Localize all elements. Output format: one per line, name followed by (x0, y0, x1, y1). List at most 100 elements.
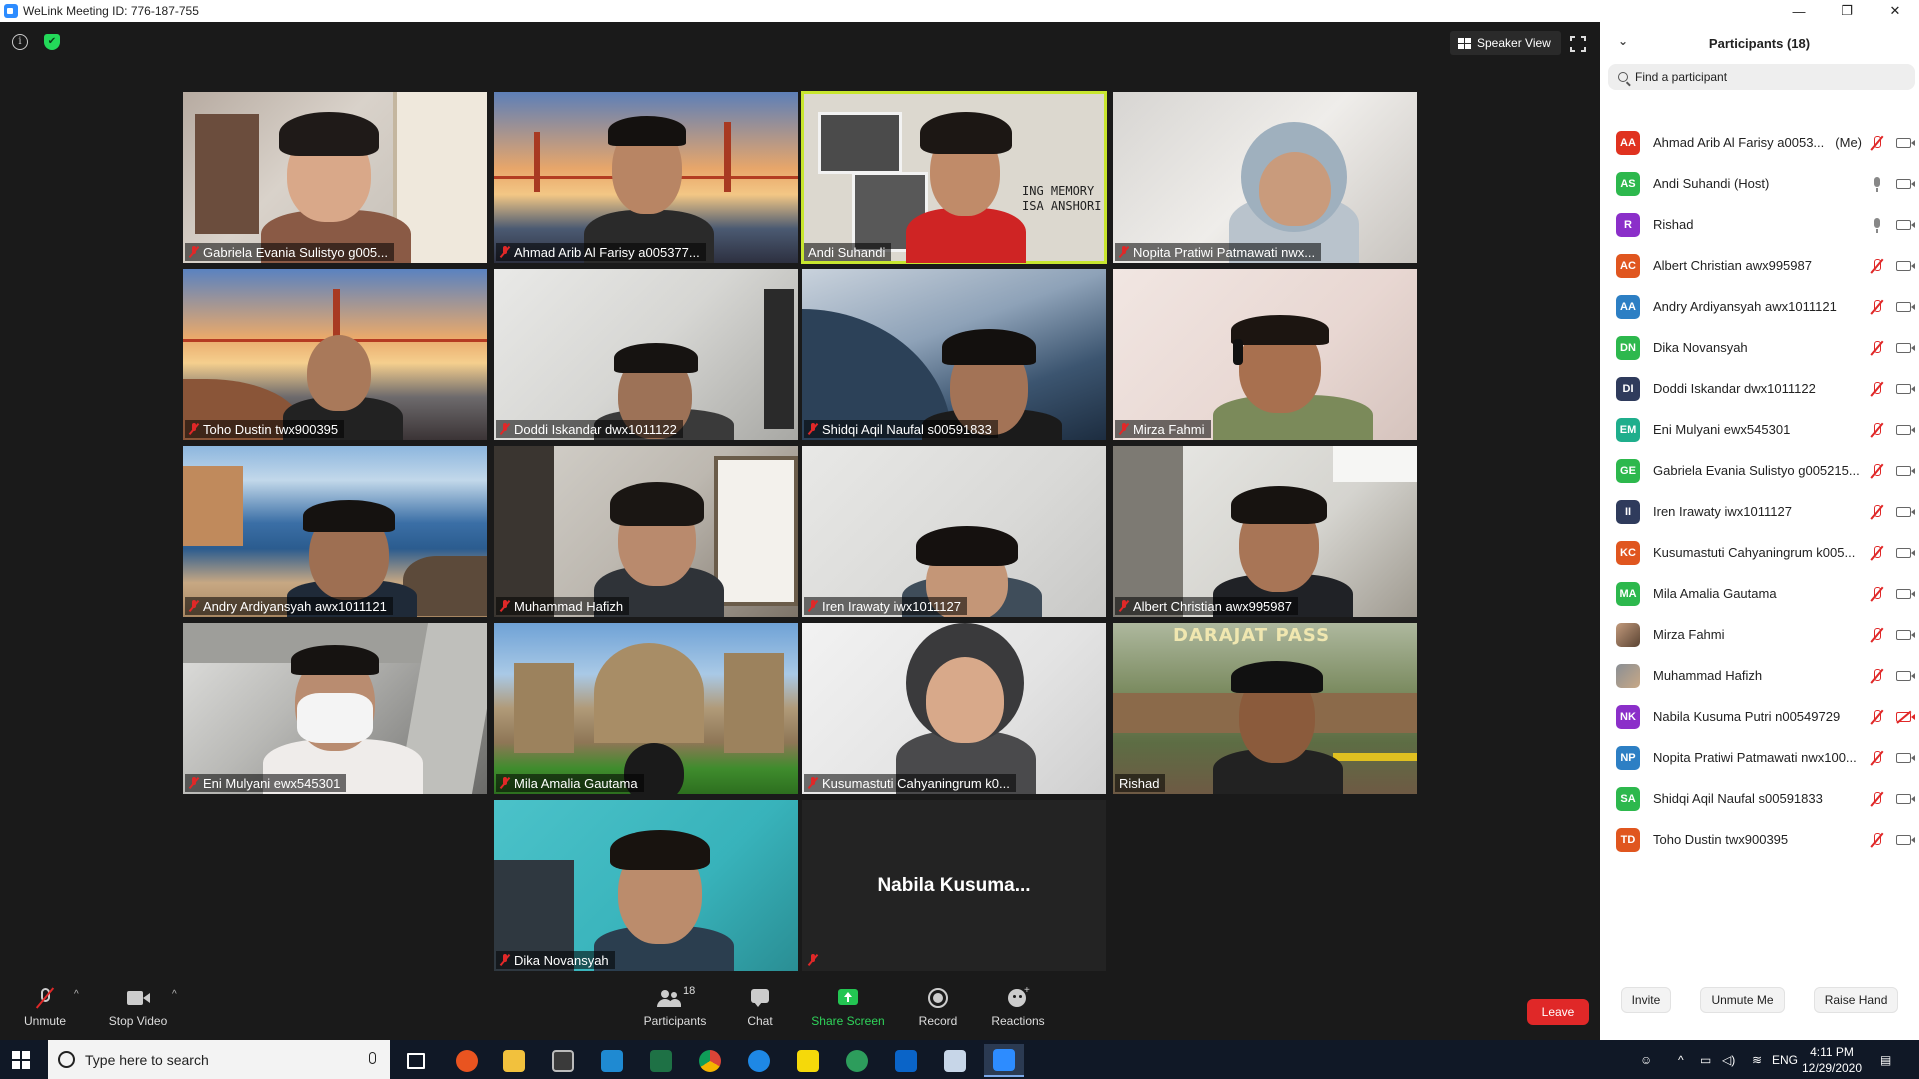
camera-icon[interactable] (1896, 588, 1915, 599)
participant-row[interactable]: AA Andry Ardiyansyah awx1011121 (1600, 286, 1919, 327)
browser-globe-icon[interactable] (837, 1044, 877, 1077)
chat-button[interactable]: Chat (740, 975, 780, 1040)
share-screen-button[interactable]: Share Screen (810, 975, 886, 1040)
mic-muted-icon[interactable] (1870, 504, 1884, 520)
camera-icon[interactable] (1896, 219, 1915, 230)
camera-icon[interactable] (1896, 301, 1915, 312)
collapse-chevron-icon[interactable]: ⌄ (1618, 34, 1628, 48)
mic-muted-icon[interactable] (1870, 586, 1884, 602)
participant-row[interactable]: EM Eni Mulyani ewx545301 (1600, 409, 1919, 450)
video-tile-camera-off[interactable]: Nabila Kusuma... (802, 800, 1106, 971)
participant-row[interactable]: Mirza Fahmi (1600, 614, 1919, 655)
video-tile[interactable]: Gabriela Evania Sulistyo g005... (183, 92, 487, 263)
sticky-notes-icon[interactable] (788, 1044, 828, 1077)
video-tile[interactable]: Nopita Pratiwi Patmawati nwx... (1113, 92, 1417, 263)
video-tile-active-speaker[interactable]: ING MEMORY ISA ANSHORI Andi Suhandi (801, 91, 1107, 264)
mic-muted-icon[interactable] (1870, 135, 1884, 151)
mic-icon[interactable] (1870, 217, 1884, 233)
info-icon[interactable]: i (12, 34, 28, 50)
fullscreen-icon[interactable] (1569, 35, 1587, 53)
camera-icon[interactable] (1896, 752, 1915, 763)
reactions-button[interactable]: + Reactions (990, 975, 1046, 1040)
camera-icon[interactable] (1896, 342, 1915, 353)
maximize-button[interactable]: ❐ (1825, 0, 1869, 22)
close-button[interactable]: ✕ (1873, 0, 1917, 22)
video-tile[interactable]: Mirza Fahmi (1113, 269, 1417, 440)
camera-icon[interactable] (1896, 424, 1915, 435)
excel-icon[interactable] (641, 1044, 681, 1077)
taskbar-search-input[interactable] (85, 1051, 355, 1068)
audio-options-caret-icon[interactable]: ^ (74, 989, 79, 1000)
stop-video-button[interactable]: Stop Video (106, 975, 170, 1040)
camera-icon[interactable] (1896, 465, 1915, 476)
camera-icon[interactable] (1896, 506, 1915, 517)
mic-muted-icon[interactable] (1870, 463, 1884, 479)
camera-icon[interactable] (1896, 178, 1915, 189)
video-tile[interactable]: Dika Novansyah (494, 800, 798, 971)
video-tile[interactable]: Mila Amalia Gautama (494, 623, 798, 794)
mic-muted-icon[interactable] (1870, 299, 1884, 315)
video-tile[interactable]: Shidqi Aqil Naufal s00591833 (802, 269, 1106, 440)
camera-icon[interactable] (1896, 670, 1915, 681)
messenger-app-icon[interactable] (739, 1044, 779, 1077)
participant-row[interactable]: DN Dika Novansyah (1600, 327, 1919, 368)
camera-icon[interactable] (1896, 137, 1915, 148)
unmute-me-button[interactable]: Unmute Me (1700, 987, 1785, 1013)
windows-start-icon[interactable] (12, 1051, 30, 1069)
task-view-icon[interactable] (396, 1044, 436, 1077)
battery-icon[interactable]: ▭ (1700, 1040, 1711, 1079)
participant-row[interactable]: NP Nopita Pratiwi Patmawati nwx100... (1600, 737, 1919, 778)
security-shield-icon[interactable]: ✔ (44, 34, 60, 50)
participants-button[interactable]: 18 Participants (642, 975, 708, 1040)
wifi-icon[interactable]: ≋ (1752, 1040, 1762, 1079)
snipping-tool-icon[interactable] (935, 1044, 975, 1077)
mic-muted-icon[interactable] (1870, 340, 1884, 356)
video-tile[interactable]: Kusumastuti Cahyaningrum k0... (802, 623, 1106, 794)
invite-button[interactable]: Invite (1620, 987, 1672, 1013)
tray-overflow-chevron-icon[interactable]: ^ (1678, 1040, 1684, 1079)
video-tile[interactable]: Muhammad Hafizh (494, 446, 798, 617)
unmute-button[interactable]: Unmute (20, 975, 70, 1040)
participant-row[interactable]: R Rishad (1600, 204, 1919, 245)
participant-row[interactable]: II Iren Irawaty iwx1011127 (1600, 491, 1919, 532)
video-tile[interactable]: DARAJAT PASS Rishad (1113, 623, 1417, 794)
mic-muted-icon[interactable] (1870, 381, 1884, 397)
language-indicator[interactable]: ENG (1772, 1040, 1798, 1079)
camera-icon[interactable] (1896, 629, 1915, 640)
minimize-button[interactable]: — (1777, 0, 1821, 22)
mic-muted-icon[interactable] (1870, 709, 1884, 725)
video-tile[interactable]: Andry Ardiyansyah awx1011121 (183, 446, 487, 617)
mic-muted-icon[interactable] (1870, 422, 1884, 438)
raise-hand-button[interactable]: Raise Hand (1813, 987, 1899, 1013)
participant-row[interactable]: AS Andi Suhandi (Host) (1600, 163, 1919, 204)
video-tile[interactable]: Ahmad Arib Al Farisy a005377... (494, 92, 798, 263)
outlook-icon[interactable] (886, 1044, 926, 1077)
mic-muted-icon[interactable] (1870, 832, 1884, 848)
taskbar-clock[interactable]: 4:11 PM 12/29/2020 (1797, 1044, 1867, 1076)
file-explorer-icon[interactable] (494, 1044, 534, 1077)
participant-row[interactable]: SA Shidqi Aqil Naufal s00591833 (1600, 778, 1919, 819)
video-tile[interactable]: Eni Mulyani ewx545301 (183, 623, 487, 794)
camera-icon[interactable] (1896, 547, 1915, 558)
video-tile[interactable]: Iren Irawaty iwx1011127 (802, 446, 1106, 617)
volume-icon[interactable]: ◁) (1722, 1040, 1735, 1079)
participant-row[interactable]: NK Nabila Kusuma Putri n00549729 (1600, 696, 1919, 737)
participant-search[interactable] (1608, 64, 1915, 90)
participant-row[interactable]: AA Ahmad Arib Al Farisy a0053... (Me) (1600, 122, 1919, 163)
video-tile[interactable]: Albert Christian awx995987 (1113, 446, 1417, 617)
mic-muted-icon[interactable] (1870, 258, 1884, 274)
video-tile[interactable]: Doddi Iskandar dwx1011122 (494, 269, 798, 440)
taskbar-search[interactable] (48, 1040, 390, 1079)
mic-muted-icon[interactable] (1870, 545, 1884, 561)
people-icon[interactable]: ☺ (1640, 1040, 1652, 1079)
participant-search-input[interactable] (1635, 70, 1895, 84)
camera-icon[interactable] (1896, 260, 1915, 271)
leave-button[interactable]: Leave (1527, 999, 1589, 1025)
vscode-icon[interactable] (592, 1044, 632, 1077)
participant-row[interactable]: TD Toho Dustin twx900395 (1600, 819, 1919, 860)
participant-row[interactable]: GE Gabriela Evania Sulistyo g005215... (1600, 450, 1919, 491)
speaker-view-button[interactable]: Speaker View (1450, 31, 1561, 55)
video-options-caret-icon[interactable]: ^ (172, 989, 177, 1000)
mic-icon[interactable] (1870, 176, 1884, 192)
mic-muted-icon[interactable] (1870, 791, 1884, 807)
